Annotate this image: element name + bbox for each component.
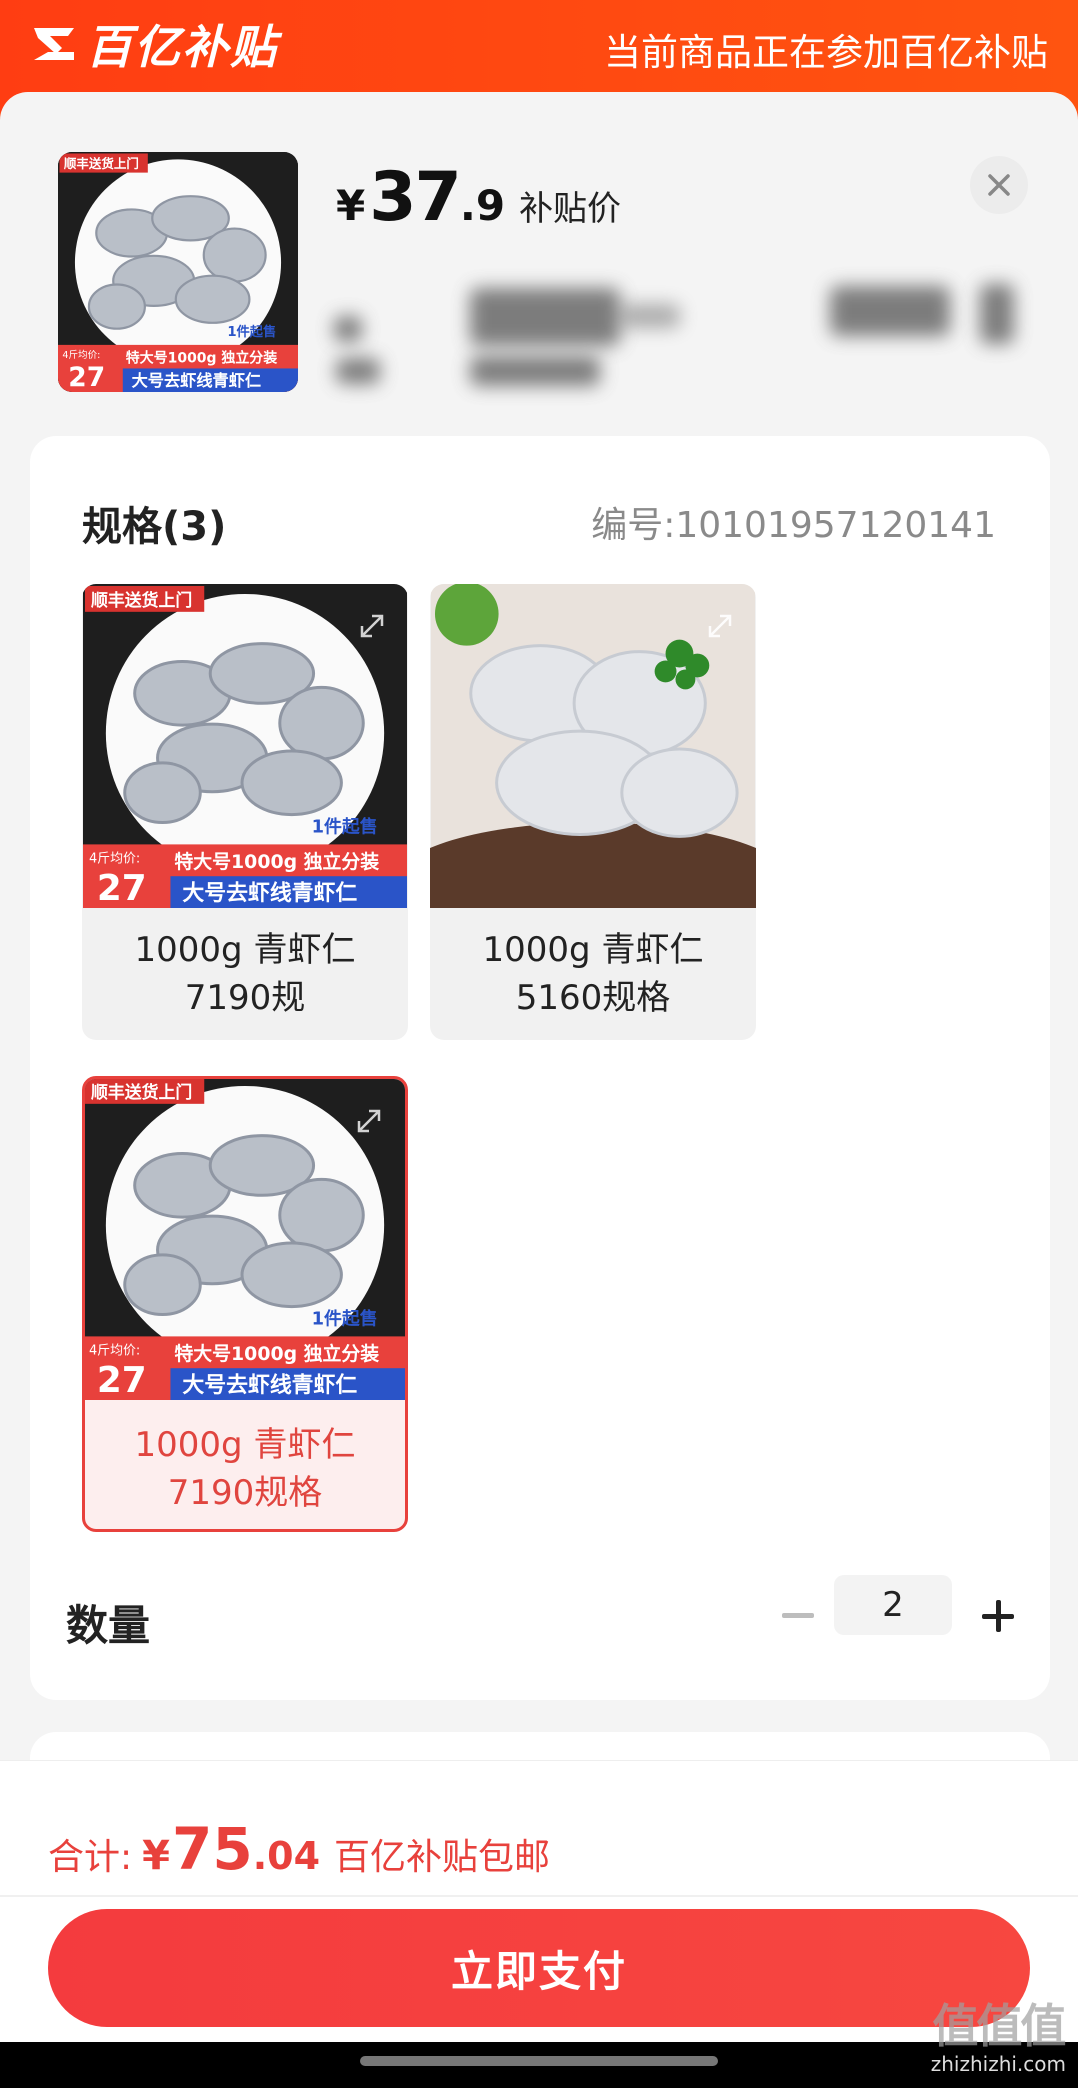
price-currency: ¥ (336, 181, 366, 230)
spec-card: 规格(3) 编号:10101957120141 顺丰送货上门 1件起售 4斤均价… (30, 436, 1050, 1700)
subsidy-logo-icon (34, 28, 74, 60)
shrimp-image: 顺丰送货上门 1件起售 4斤均价: 27 特大号1000g 独立分装 大号去虾线… (58, 152, 298, 392)
home-indicator[interactable] (360, 2056, 718, 2066)
checkout-bar: 合计: ¥ 75 .04 百亿补贴包邮 立即支付 (0, 1760, 1078, 2088)
spec-option-2[interactable]: 1000g 青虾仁 5160规格 (430, 584, 756, 1040)
spec-option-label: 1000g 青虾仁 5160规格 (482, 930, 704, 1018)
svg-text:4斤均价:: 4斤均价: (89, 851, 140, 866)
svg-text:特大号1000g 独立分装: 特大号1000g 独立分装 (126, 350, 278, 367)
expand-icon[interactable] (356, 610, 388, 642)
svg-text:27: 27 (68, 362, 105, 392)
svg-text:特大号1000g 独立分装: 特大号1000g 独立分装 (174, 1342, 379, 1365)
price-tag: 补贴价 (519, 189, 622, 229)
spec-option-3[interactable]: 顺丰送货上门 1件起售 4斤均价: 27 特大号1000g 独立分装 大号去虾线… (82, 1076, 408, 1532)
svg-text:4斤均价:: 4斤均价: (62, 349, 100, 361)
divider (0, 1895, 1078, 1897)
svg-text:大号去虾线青虾仁: 大号去虾线青虾仁 (182, 1372, 357, 1398)
product-header: 顺丰送货上门 1件起售 4斤均价: 27 特大号1000g 独立分装 大号去虾线… (0, 92, 1078, 432)
svg-text:27: 27 (97, 868, 147, 908)
quantity-decrease-button[interactable] (768, 1586, 828, 1646)
subsidy-logo: 百亿补贴 (28, 14, 278, 74)
spec-option-label: 1000g 青虾仁 7190规格 (134, 1425, 356, 1513)
spec-option-1[interactable]: 顺丰送货上门 1件起售 4斤均价: 27 特大号1000g 独立分装 大号去虾线… (82, 584, 408, 1040)
watermark-url: zhizhizhi.com (930, 2052, 1066, 2076)
close-button[interactable] (970, 156, 1028, 214)
svg-text:27: 27 (97, 1360, 147, 1400)
total-label: 合计: (48, 1837, 133, 1878)
svg-text:1件起售: 1件起售 (227, 323, 276, 340)
product-price: ¥ 37 .9 补贴价 (336, 158, 621, 237)
svg-text:顺丰送货上门: 顺丰送货上门 (64, 156, 139, 171)
svg-text:顺丰送货上门: 顺丰送货上门 (91, 1082, 192, 1102)
total-integer: 75 (171, 1815, 253, 1883)
svg-text:大号去虾线青虾仁: 大号去虾线青虾仁 (182, 880, 357, 906)
close-icon (988, 174, 1010, 196)
total-decimal: .04 (252, 1834, 321, 1878)
plus-icon (982, 1600, 1014, 1632)
svg-text:顺丰送货上门: 顺丰送货上门 (91, 590, 192, 610)
quantity-input[interactable]: 2 (834, 1575, 952, 1635)
price-decimal: .9 (459, 181, 506, 230)
svg-text:大号去虾线青虾仁: 大号去虾线青虾仁 (132, 371, 262, 390)
product-code: 编号:10101957120141 (591, 505, 996, 546)
price-integer: 37 (369, 158, 462, 237)
spec-title: 规格(3) (82, 504, 227, 550)
svg-text:特大号1000g 独立分装: 特大号1000g 独立分装 (174, 850, 379, 873)
svg-text:1件起售: 1件起售 (312, 1307, 378, 1329)
quantity-increase-button[interactable] (968, 1586, 1028, 1646)
watermark: 值值值 zhizhizhi.com (930, 1990, 1067, 2076)
subsidy-banner-text: 当前商品正在参加百亿补贴 (604, 31, 1048, 74)
expand-icon[interactable] (353, 1105, 385, 1137)
order-total: 合计: ¥ 75 .04 百亿补贴包邮 (48, 1815, 550, 1883)
subsidy-logo-text: 百亿补贴 (86, 20, 278, 74)
watermark-logo: 值值值 (932, 1999, 1066, 2053)
quantity-label: 数量 (66, 1601, 151, 1650)
svg-text:4斤均价:: 4斤均价: (89, 1343, 140, 1358)
spec-option-label: 1000g 青虾仁 7190规 (134, 930, 356, 1018)
expand-icon[interactable] (704, 610, 736, 642)
total-currency: ¥ (142, 1833, 170, 1879)
minus-icon (782, 1613, 814, 1618)
shipping-note: 百亿补贴包邮 (334, 1837, 551, 1878)
pay-now-button[interactable]: 立即支付 (48, 1909, 1030, 2027)
svg-text:1件起售: 1件起售 (312, 815, 378, 837)
product-title-blurred (330, 272, 1030, 392)
product-thumbnail[interactable]: 顺丰送货上门 1件起售 4斤均价: 27 特大号1000g 独立分装 大号去虾线… (58, 152, 298, 392)
